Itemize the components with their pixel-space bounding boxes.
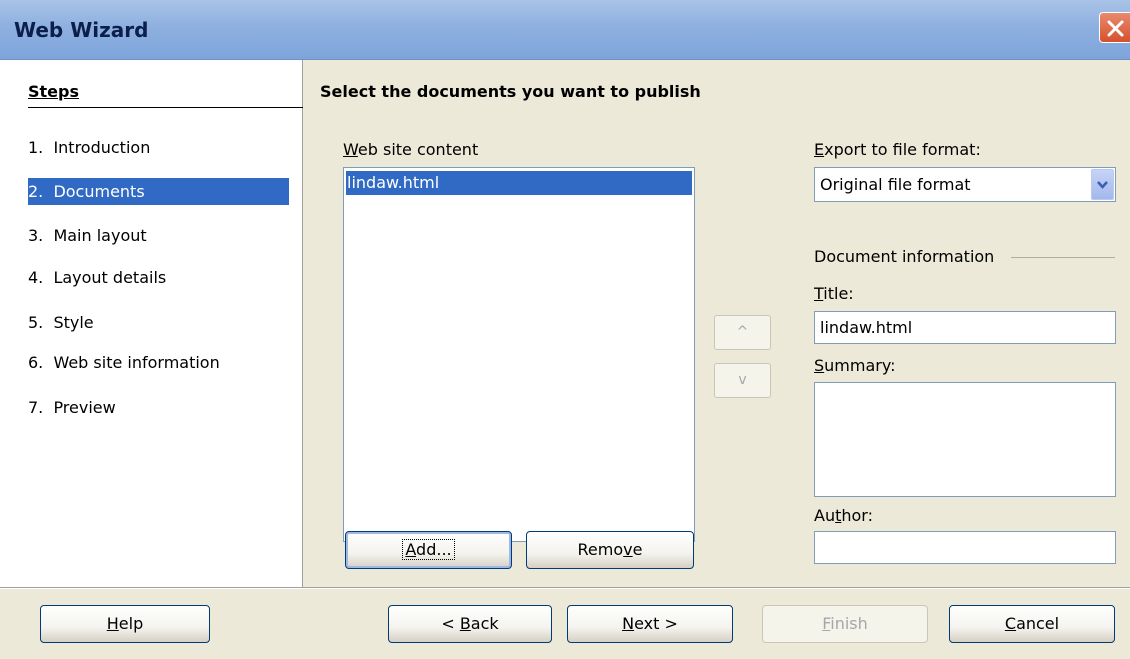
group-divider xyxy=(1011,257,1115,258)
export-format-select[interactable]: Original file format xyxy=(814,167,1116,202)
step-number: 1. xyxy=(28,138,44,157)
move-down-button[interactable]: v xyxy=(714,363,771,398)
close-icon xyxy=(1107,20,1124,37)
export-format-label: Export to file format: xyxy=(814,140,981,159)
step-main-layout[interactable]: 3. Main layout xyxy=(28,222,289,249)
step-style[interactable]: 5. Style xyxy=(28,309,289,336)
step-web-site-information[interactable]: 6. Web site information xyxy=(28,349,289,376)
step-number: 7. xyxy=(28,398,44,417)
next-button[interactable]: Next > xyxy=(567,605,733,643)
page-heading: Select the documents you want to publish xyxy=(320,82,701,101)
web-site-content-label: Web site content xyxy=(343,140,479,159)
step-layout-details[interactable]: 4. Layout details xyxy=(28,264,289,291)
summary-field[interactable] xyxy=(814,382,1116,497)
step-label: Introduction xyxy=(53,138,151,157)
author-label: Author: xyxy=(814,506,873,525)
step-preview[interactable]: 7. Preview xyxy=(28,394,289,421)
step-label: Layout details xyxy=(53,268,167,287)
step-label: Documents xyxy=(53,182,145,201)
title-bar: Web Wizard xyxy=(0,0,1130,60)
move-down-icon: v xyxy=(738,372,747,388)
step-documents[interactable]: 2. Documents xyxy=(28,178,289,205)
finish-button[interactable]: Finish xyxy=(762,605,928,643)
cancel-button[interactable]: Cancel xyxy=(949,605,1115,643)
documents-page: Select the documents you want to publish… xyxy=(304,60,1130,587)
step-number: 5. xyxy=(28,313,44,332)
author-field[interactable] xyxy=(814,531,1116,564)
step-number: 2. xyxy=(28,182,44,201)
step-introduction[interactable]: 1. Introduction xyxy=(28,134,289,161)
help-button[interactable]: Help xyxy=(40,605,210,643)
document-information-label: Document information xyxy=(814,247,995,266)
export-format-value: Original file format xyxy=(820,175,971,194)
steps-title: Steps xyxy=(28,82,303,108)
summary-label: Summary: xyxy=(814,356,896,375)
title-field[interactable]: lindaw.html xyxy=(814,311,1116,344)
dropdown-button[interactable] xyxy=(1091,169,1114,200)
steps-pane: Steps 1. Introduction 2. Documents 3. Ma… xyxy=(0,60,303,587)
move-up-icon: ^ xyxy=(736,324,749,340)
title-label: Title: xyxy=(814,284,854,303)
remove-button[interactable]: Remove xyxy=(526,531,694,569)
web-site-content-list[interactable]: lindaw.html xyxy=(343,167,695,542)
step-number: 4. xyxy=(28,268,44,287)
chevron-down-icon xyxy=(1097,181,1108,189)
footer-separator xyxy=(0,587,1130,589)
back-button[interactable]: < Back xyxy=(388,605,552,643)
step-number: 6. xyxy=(28,353,44,372)
step-label: Style xyxy=(53,313,94,332)
add-button[interactable]: Add... xyxy=(345,531,512,569)
step-label: Preview xyxy=(53,398,116,417)
step-label: Web site information xyxy=(53,353,220,372)
step-label: Main layout xyxy=(53,226,147,245)
move-up-button[interactable]: ^ xyxy=(714,315,771,350)
list-item[interactable]: lindaw.html xyxy=(346,171,692,195)
close-button[interactable] xyxy=(1099,12,1130,43)
window-title: Web Wizard xyxy=(14,18,149,42)
step-number: 3. xyxy=(28,226,44,245)
